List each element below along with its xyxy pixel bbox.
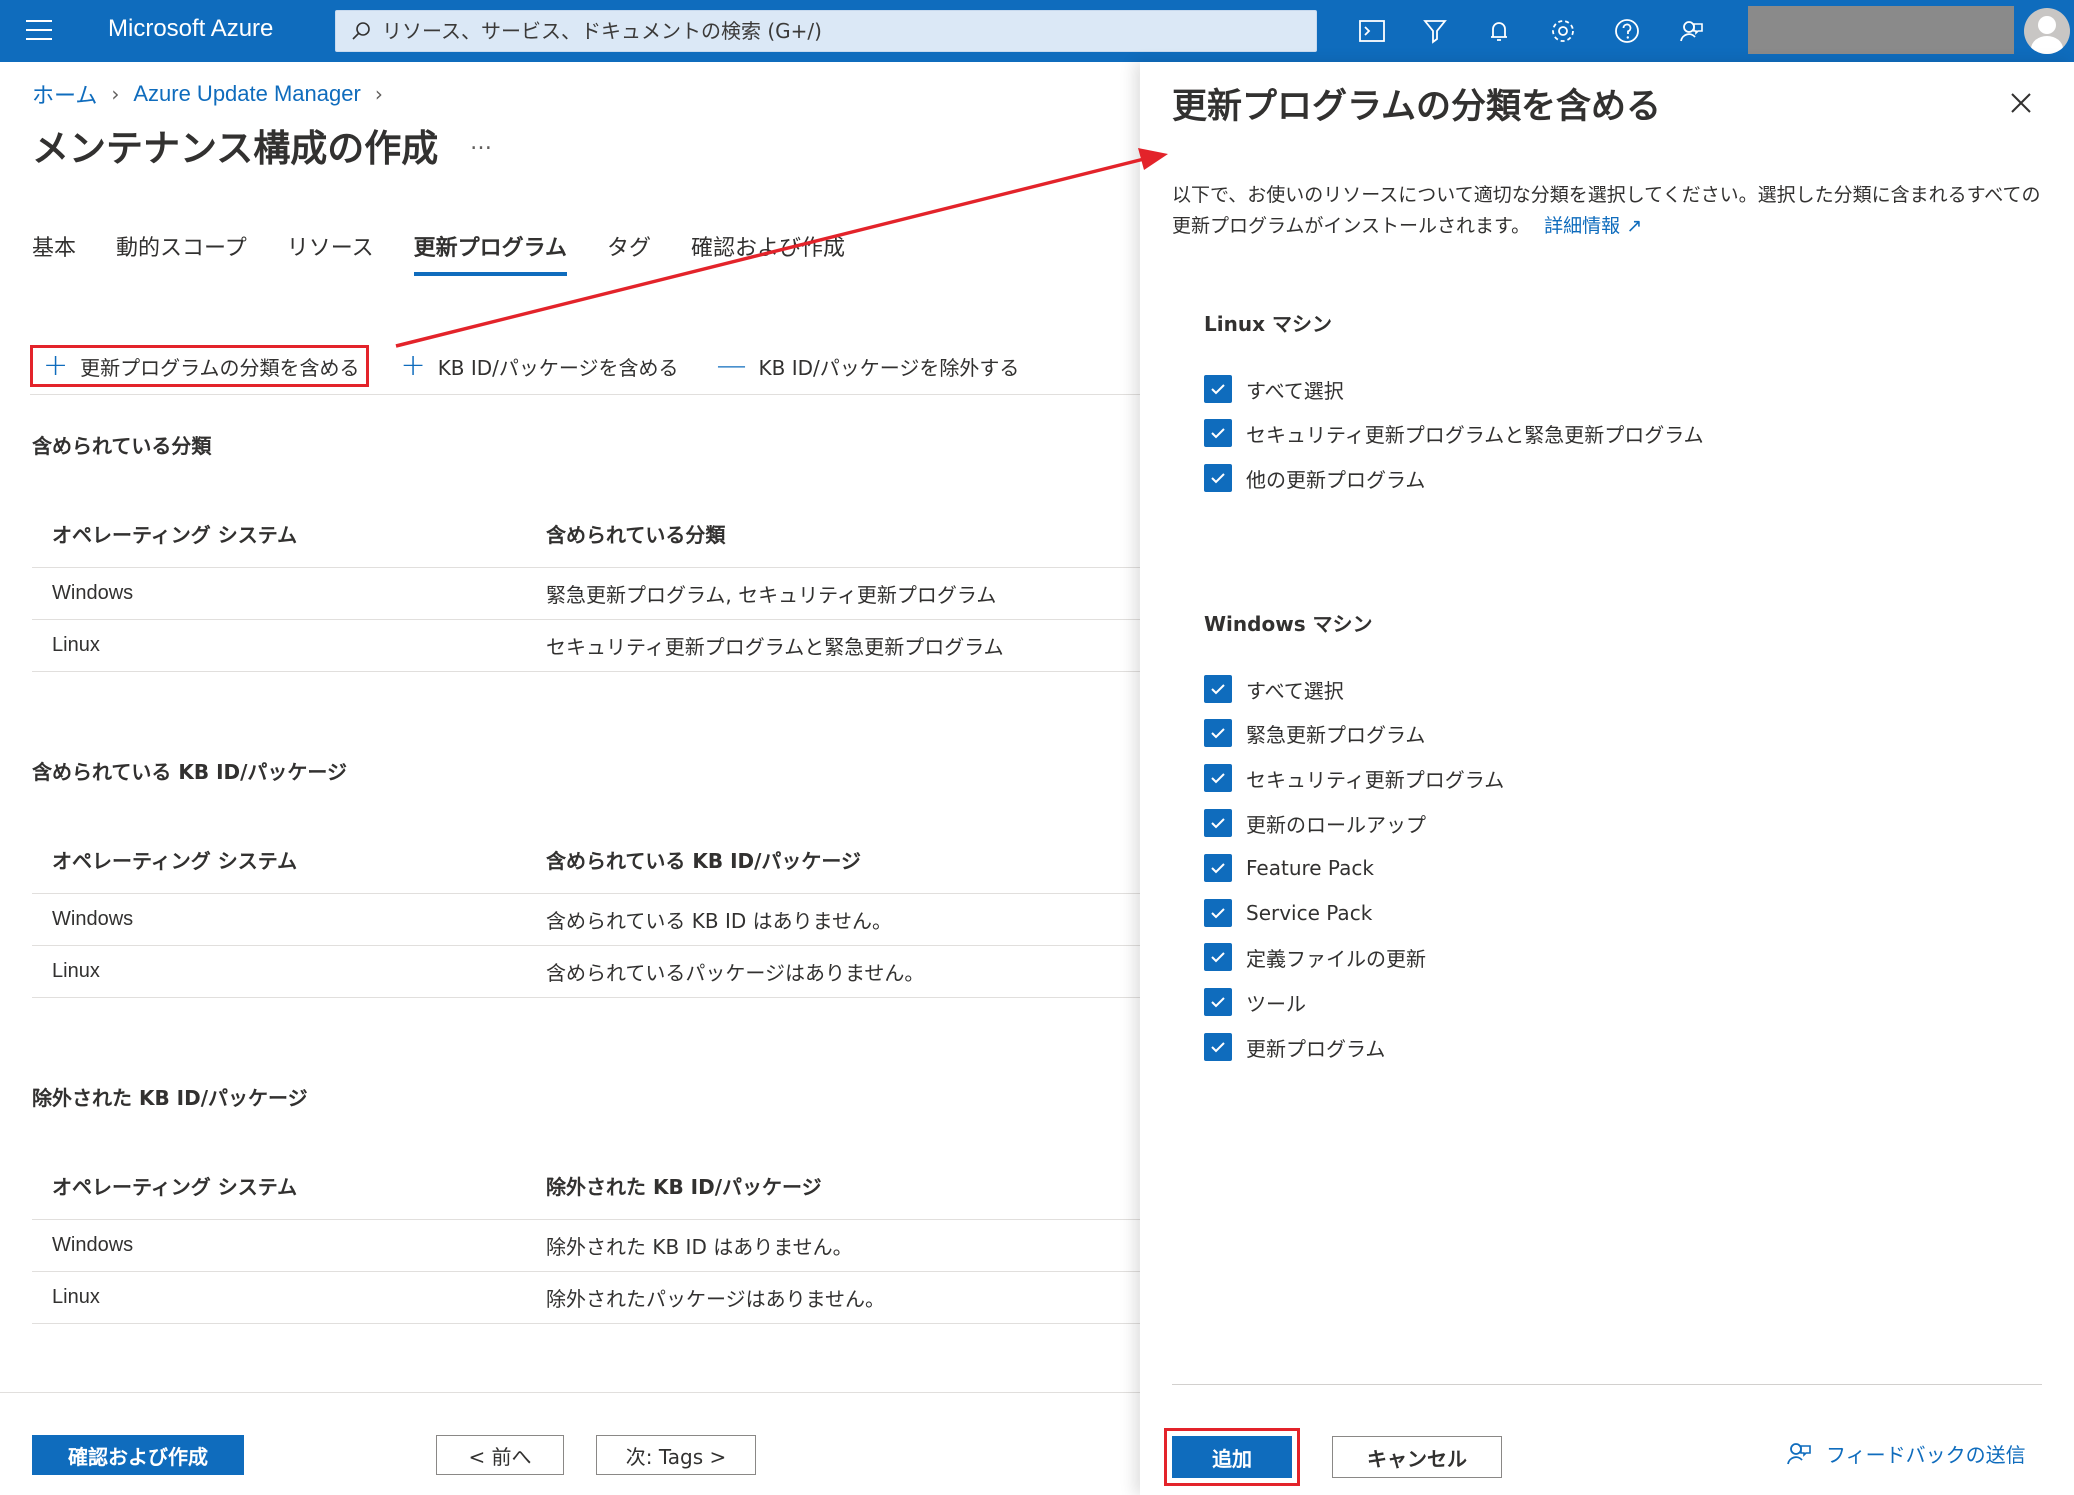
table-row: Linux セキュリティ更新プログラムと緊急更新プログラム (32, 620, 1142, 672)
table-header: オペレーティング システム 除外された KB ID/パッケージ (32, 1152, 1142, 1220)
panel-description: 以下で、お使いのリソースについて適切な分類を選択してください。選択した分類に含ま… (1172, 184, 2041, 237)
search-icon (352, 22, 370, 40)
windows-updates-checkbox[interactable]: 更新プログラム (1204, 1032, 1385, 1062)
avatar[interactable] (2024, 8, 2070, 54)
help-icon[interactable] (1610, 14, 1644, 48)
tab-tags[interactable]: タグ (607, 230, 651, 276)
add-button[interactable]: 追加 (1172, 1436, 1292, 1478)
checkmark-icon (1204, 375, 1232, 403)
divider (30, 394, 1140, 395)
tab-updates[interactable]: 更新プログラム (413, 230, 567, 276)
global-search[interactable] (335, 10, 1317, 52)
excluded-kb-table: オペレーティング システム 除外された KB ID/パッケージ Windows … (32, 1152, 1142, 1324)
previous-button[interactable]: < 前へ (436, 1435, 564, 1475)
include-classification-panel: 更新プログラムの分類を含める 以下で、お使いのリソースについて適切な分類を選択し… (1140, 62, 2074, 1495)
included-kb-table: オペレーティング システム 含められている KB ID/パッケージ Window… (32, 826, 1142, 998)
checkmark-icon (1204, 809, 1232, 837)
checkmark-icon (1204, 419, 1232, 447)
checkmark-icon (1204, 943, 1232, 971)
column-header-classification: 含められている分類 (546, 523, 726, 547)
tab-dynamic-scope[interactable]: 動的スコープ (116, 230, 247, 276)
table-row: Linux 除外されたパッケージはありません。 (32, 1272, 1142, 1324)
feedback-icon (1787, 1443, 1811, 1465)
close-icon[interactable] (2006, 88, 2036, 118)
breadcrumb: ホーム › Azure Update Manager › (32, 78, 397, 110)
top-bar: Microsoft Azure (0, 0, 2074, 62)
tab-bar: 基本 動的スコープ リソース 更新プログラム タグ 確認および作成 (32, 230, 885, 276)
column-header-os: オペレーティング システム (52, 523, 298, 547)
windows-definition-updates-checkbox[interactable]: 定義ファイルの更新 (1204, 942, 1426, 972)
feedback-icon[interactable] (1674, 14, 1708, 48)
table-header: オペレーティング システム 含められている分類 (32, 500, 1142, 568)
section-title-included-classifications: 含められている分類 (32, 434, 212, 458)
breadcrumb-home[interactable]: ホーム (32, 78, 97, 110)
checkmark-icon (1204, 899, 1232, 927)
external-link-icon: ↗ (1626, 215, 1643, 237)
column-header-included-kb: 含められている KB ID/パッケージ (546, 849, 862, 873)
settings-icon[interactable] (1546, 14, 1580, 48)
checkmark-icon (1204, 719, 1232, 747)
checkmark-icon (1204, 988, 1232, 1016)
page-title: メンテナンス構成の作成 (32, 127, 439, 170)
windows-update-rollups-checkbox[interactable]: 更新のロールアップ (1204, 808, 1426, 838)
account-info-redacted[interactable] (1748, 6, 2014, 54)
send-feedback-link[interactable]: フィードバックの送信 (1784, 1438, 2026, 1468)
plus-icon: + (43, 348, 69, 383)
more-options-button[interactable]: … (470, 130, 494, 155)
review-create-button[interactable]: 確認および作成 (32, 1435, 244, 1475)
include-kb-button[interactable]: + KB ID/パッケージを含める (395, 345, 685, 387)
linux-group-title: Linux マシン (1204, 312, 1332, 336)
panel-footer-divider (1172, 1384, 2042, 1385)
linux-other-updates-checkbox[interactable]: 他の更新プログラム (1204, 463, 1425, 493)
windows-select-all-checkbox[interactable]: すべて選択 (1204, 674, 1344, 704)
checkmark-icon (1204, 854, 1232, 882)
cloud-shell-icon[interactable] (1355, 14, 1389, 48)
column-header-excluded-kb: 除外された KB ID/パッケージ (546, 1175, 822, 1199)
tab-resources[interactable]: リソース (287, 230, 374, 276)
command-bar: + 更新プログラムの分類を含める + KB ID/パッケージを含める — KB … (30, 344, 1051, 388)
next-button[interactable]: 次: Tags > (596, 1435, 756, 1475)
linux-select-all-checkbox[interactable]: すべて選択 (1204, 374, 1344, 404)
included-classifications-table: オペレーティング システム 含められている分類 Windows 緊急更新プログラ… (32, 500, 1142, 672)
table-row: Windows 含められている KB ID はありません。 (32, 894, 1142, 946)
windows-security-updates-checkbox[interactable]: セキュリティ更新プログラム (1204, 763, 1504, 793)
windows-feature-pack-checkbox[interactable]: Feature Pack (1204, 853, 1374, 883)
tab-basics[interactable]: 基本 (32, 230, 76, 276)
footer-divider (0, 1392, 1140, 1393)
brand-title[interactable]: Microsoft Azure (108, 15, 273, 43)
table-header: オペレーティング システム 含められている KB ID/パッケージ (32, 826, 1142, 894)
table-row: Windows 緊急更新プログラム, セキュリティ更新プログラム (32, 568, 1142, 620)
windows-tools-checkbox[interactable]: ツール (1204, 987, 1306, 1017)
linux-security-critical-checkbox[interactable]: セキュリティ更新プログラムと緊急更新プログラム (1204, 418, 1704, 448)
chevron-right-icon: › (111, 82, 120, 106)
exclude-kb-button[interactable]: — KB ID/パッケージを除外する (711, 345, 1026, 387)
table-row: Linux 含められているパッケージはありません。 (32, 946, 1142, 998)
breadcrumb-service[interactable]: Azure Update Manager (133, 81, 360, 107)
checkmark-icon (1204, 675, 1232, 703)
cancel-button[interactable]: キャンセル (1332, 1436, 1502, 1478)
notifications-icon[interactable] (1482, 14, 1516, 48)
include-classification-button[interactable]: + 更新プログラムの分類を含める (30, 345, 369, 387)
directory-filter-icon[interactable] (1418, 14, 1452, 48)
table-row: Windows 除外された KB ID はありません。 (32, 1220, 1142, 1272)
panel-title: 更新プログラムの分類を含める (1172, 87, 1661, 127)
minus-icon: — (716, 348, 747, 383)
plus-icon: + (400, 348, 426, 383)
search-input[interactable] (382, 11, 1302, 51)
section-title-included-kb: 含められている KB ID/パッケージ (32, 760, 348, 784)
column-header-os: オペレーティング システム (52, 1175, 298, 1199)
chevron-right-icon: › (374, 82, 383, 106)
tab-review-create[interactable]: 確認および作成 (691, 230, 845, 276)
windows-group-title: Windows マシン (1204, 612, 1373, 636)
windows-service-pack-checkbox[interactable]: Service Pack (1204, 898, 1372, 928)
checkmark-icon (1204, 464, 1232, 492)
section-title-excluded-kb: 除外された KB ID/パッケージ (32, 1086, 308, 1110)
windows-critical-updates-checkbox[interactable]: 緊急更新プログラム (1204, 718, 1425, 748)
menu-icon[interactable] (26, 20, 52, 42)
checkmark-icon (1204, 1033, 1232, 1061)
learn-more-link[interactable]: 詳細情報 ↗ (1544, 215, 1642, 237)
checkmark-icon (1204, 764, 1232, 792)
column-header-os: オペレーティング システム (52, 849, 298, 873)
